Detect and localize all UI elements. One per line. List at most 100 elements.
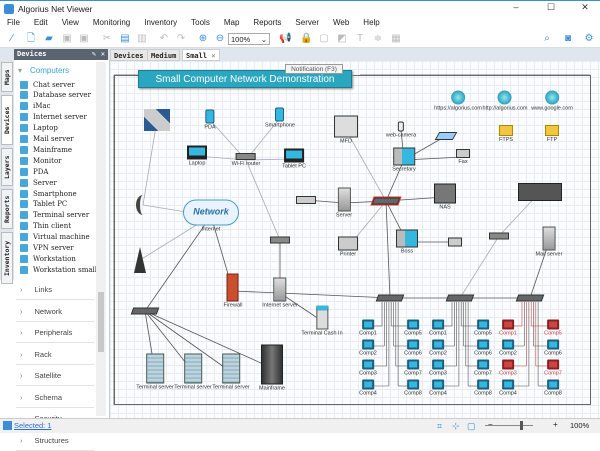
node-comp[interactable]: Comp1: [429, 319, 447, 337]
node-comp[interactable]: Comp8: [474, 379, 492, 397]
node-label: Comp2: [359, 350, 377, 357]
node-http[interactable]: http://algorius.com: [483, 90, 527, 112]
node-tablet[interactable]: Tablet PC: [282, 148, 306, 170]
node-plotter[interactable]: [518, 183, 562, 201]
node-comp[interactable]: Comp5: [474, 319, 492, 337]
monitor-icon: [546, 379, 559, 390]
node-label: Laptop: [188, 160, 206, 167]
node-cashin[interactable]: Terminal Cash In: [301, 305, 343, 337]
ph-icon: [275, 107, 285, 122]
node-comp[interactable]: Comp8: [544, 379, 562, 397]
node-comp[interactable]: Comp7: [474, 359, 492, 377]
node-comp[interactable]: Comp3: [359, 359, 377, 377]
node-comp[interactable]: Comp7: [544, 359, 562, 377]
node-scanner[interactable]: [434, 132, 458, 140]
center-icon[interactable]: ⊹: [452, 421, 460, 432]
node-boss[interactable]: Boss: [396, 229, 418, 255]
node-ap2[interactable]: [489, 232, 509, 240]
node-server[interactable]: Server: [336, 187, 352, 219]
node-ftp[interactable]: FTP: [545, 125, 559, 143]
node-comp[interactable]: Comp6: [474, 339, 492, 357]
node-ts2[interactable]: Terminal server: [174, 353, 212, 391]
ph-icon: [205, 109, 215, 124]
node-projector[interactable]: [296, 196, 316, 204]
node-switch3[interactable]: [515, 294, 545, 302]
node-laptop[interactable]: Laptop: [187, 145, 207, 167]
fit-icon[interactable]: ⌗: [437, 421, 442, 432]
node-phone[interactable]: [448, 237, 462, 247]
node-nas[interactable]: NAS: [434, 183, 456, 211]
nas-icon: [434, 183, 456, 204]
page-icon[interactable]: ▢: [467, 421, 476, 432]
node-label: Terminal Cash In: [301, 330, 343, 337]
node-comp[interactable]: Comp2: [429, 339, 447, 357]
node-ap1[interactable]: [270, 236, 290, 244]
node-dish[interactable]: [136, 195, 150, 215]
monitor-icon: [361, 359, 374, 370]
monitor-icon: [546, 339, 559, 350]
chevron-right-icon: ›: [20, 435, 23, 445]
node-comp[interactable]: Comp4: [429, 379, 447, 397]
monitor-icon: [501, 339, 514, 350]
node-switch2[interactable]: [445, 294, 475, 302]
node-comp[interactable]: Comp7: [404, 359, 422, 377]
node-comp[interactable]: Comp5: [544, 319, 562, 337]
node-mailserver[interactable]: Mail server: [536, 226, 562, 258]
node-comp[interactable]: Comp2: [359, 339, 377, 357]
node-comp[interactable]: Comp8: [404, 379, 422, 397]
node-comp[interactable]: Comp2: [499, 339, 517, 357]
tower-icon: [134, 247, 146, 273]
sw-icon: [370, 196, 402, 206]
node-pda[interactable]: PDA: [204, 109, 216, 131]
node-wifi[interactable]: Wi-Fi router: [231, 153, 261, 167]
node-label: Internet: [201, 226, 221, 233]
sat-icon: [144, 109, 170, 131]
sw-icon: [445, 294, 475, 302]
node-label: Internet server: [262, 302, 298, 309]
node-secretary[interactable]: Secretary: [392, 147, 416, 173]
monitor-icon: [431, 339, 444, 350]
node-comp[interactable]: Comp3: [499, 359, 517, 377]
monitor-icon: [361, 339, 374, 350]
node-fax[interactable]: Fax: [456, 149, 470, 165]
zoom-slider-thumb[interactable]: [520, 421, 523, 430]
node-ts1[interactable]: Terminal server: [136, 353, 174, 391]
selected-link[interactable]: Selected: 1: [14, 421, 52, 430]
node-comp[interactable]: Comp1: [359, 319, 377, 337]
node-satellite[interactable]: [144, 109, 170, 131]
srv-icon: [273, 277, 287, 302]
node-tower[interactable]: [134, 247, 146, 273]
node-ftps[interactable]: FTPS: [499, 125, 513, 143]
node-label: Comp6: [544, 350, 562, 357]
monitor-icon: [361, 379, 374, 390]
node-switch0[interactable]: [130, 307, 160, 315]
zoom-percent: 100%: [570, 421, 590, 430]
zoom-plus-button[interactable]: +: [553, 420, 558, 429]
node-mainframe[interactable]: Mainframe: [259, 344, 285, 392]
node-google[interactable]: www.google.com: [531, 90, 573, 112]
node-ts3[interactable]: Terminal server: [212, 353, 250, 391]
node-comp[interactable]: Comp6: [544, 339, 562, 357]
node-label: Comp3: [499, 370, 517, 377]
node-comp[interactable]: Comp1: [499, 319, 517, 337]
node-smartphone[interactable]: Smartphone: [265, 107, 295, 129]
node-comp[interactable]: Comp4: [359, 379, 377, 397]
sw-icon: [130, 307, 160, 315]
node-webcam[interactable]: web-camera: [386, 121, 416, 139]
node-https[interactable]: https://algorius.com: [434, 90, 482, 112]
scan-icon: [434, 132, 458, 140]
proj-icon: [296, 196, 316, 204]
node-mfd[interactable]: MFD: [334, 115, 358, 145]
node-comp[interactable]: Comp6: [404, 339, 422, 357]
node-label: Wi-Fi router: [231, 161, 261, 167]
node-network[interactable]: Network Internet: [183, 199, 239, 233]
node-comp[interactable]: Comp5: [404, 319, 422, 337]
node-hub[interactable]: [370, 196, 402, 206]
node-inetserver[interactable]: Internet server: [262, 277, 298, 309]
node-switch1[interactable]: [375, 294, 405, 302]
node-firewall[interactable]: Firewall: [224, 273, 242, 309]
node-comp[interactable]: Comp3: [429, 359, 447, 377]
node-comp[interactable]: Comp4: [499, 379, 517, 397]
zoom-slider[interactable]: [485, 425, 533, 426]
node-printer[interactable]: Printer: [338, 236, 358, 258]
